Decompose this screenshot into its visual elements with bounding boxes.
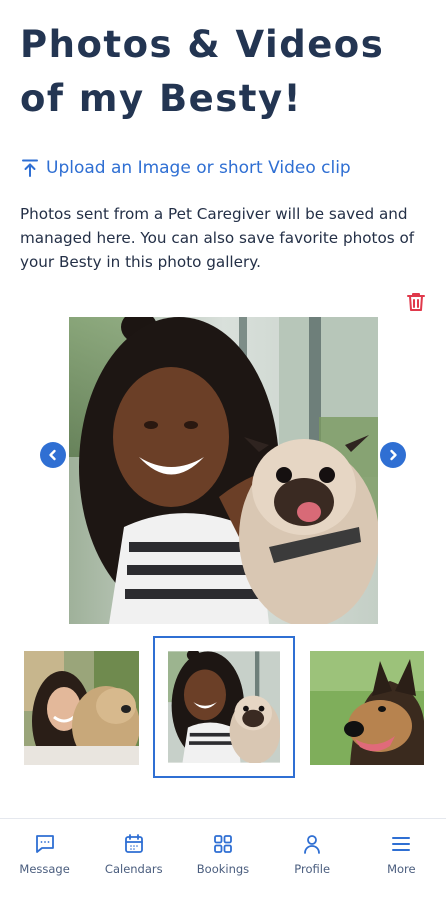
gallery-description: Photos sent from a Pet Caregiver will be… xyxy=(20,205,415,271)
nav-label-profile: Profile xyxy=(294,862,331,876)
thumbnail-1[interactable] xyxy=(24,651,139,765)
page-title-line-1: Photos & Videos xyxy=(20,23,385,66)
person-icon xyxy=(301,833,323,855)
bottom-navigation: Message Calendars Bookings Profile More xyxy=(0,818,446,900)
trash-icon[interactable] xyxy=(404,290,428,314)
nav-label-message: Message xyxy=(19,862,70,876)
nav-item-profile[interactable]: Profile xyxy=(272,833,352,876)
photo-gallery-screen: Photos & Videos of my Besty! Upload an I… xyxy=(0,0,446,900)
menu-icon xyxy=(390,833,412,855)
thumbnail-3[interactable] xyxy=(310,651,424,765)
next-photo-button[interactable] xyxy=(380,442,406,468)
main-photo[interactable] xyxy=(69,317,378,624)
nav-label-bookings: Bookings xyxy=(196,862,250,876)
nav-item-message[interactable]: Message xyxy=(5,833,85,876)
nav-label-more: More xyxy=(387,862,416,876)
thumbnail-2-image xyxy=(168,651,280,763)
nav-item-bookings[interactable]: Bookings xyxy=(183,833,263,876)
page-title: Photos & Videos of my Besty! xyxy=(20,18,430,126)
upload-link-label: Upload an Image or short Video clip xyxy=(46,158,351,178)
nav-label-calendars: Calendars xyxy=(104,862,163,876)
grid-icon xyxy=(212,833,234,855)
chevron-left-icon xyxy=(47,446,59,465)
message-icon xyxy=(34,833,56,855)
chevron-right-icon xyxy=(387,446,399,465)
calendar-icon xyxy=(123,833,145,855)
upload-icon xyxy=(20,158,40,178)
nav-item-calendars[interactable]: Calendars xyxy=(94,833,174,876)
thumbnail-2-selected[interactable] xyxy=(153,636,295,778)
nav-item-more[interactable]: More xyxy=(361,833,441,876)
previous-photo-button[interactable] xyxy=(40,442,66,468)
upload-link[interactable]: Upload an Image or short Video clip xyxy=(20,158,351,178)
page-title-line-2: of my Besty! xyxy=(20,77,302,120)
